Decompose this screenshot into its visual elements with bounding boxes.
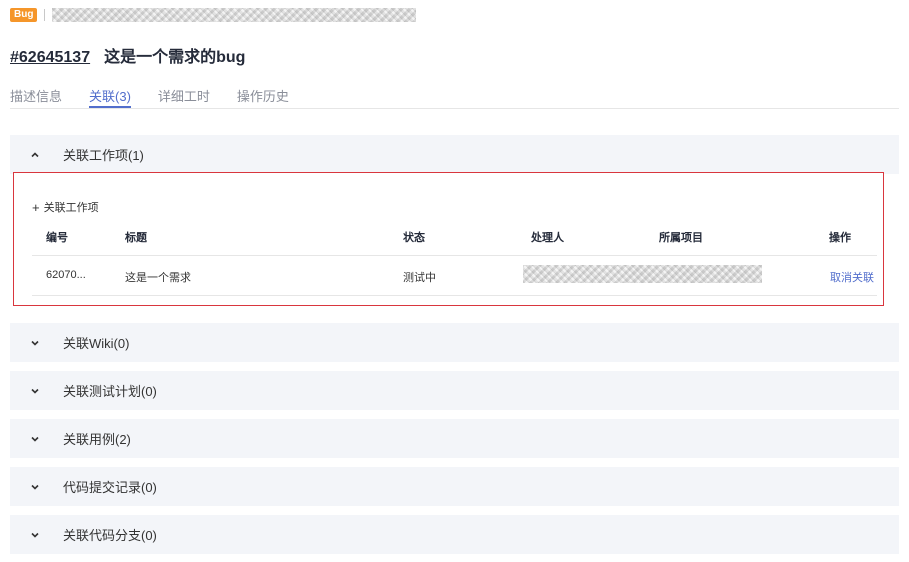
- row-id[interactable]: 62070...: [46, 269, 86, 281]
- tab-history[interactable]: 操作历史: [237, 86, 289, 108]
- breadcrumb: Bug: [10, 7, 417, 23]
- add-work-item-button[interactable]: + 关联工作项: [32, 199, 99, 215]
- section-test-plan-label: 关联测试计划(0): [63, 384, 157, 399]
- column-header-action: 操作: [829, 232, 851, 244]
- section-work-items-label: 关联工作项(1): [63, 148, 144, 163]
- column-header-status: 状态: [403, 232, 425, 244]
- table-row-divider: [32, 295, 877, 296]
- row-title[interactable]: 这是一个需求: [125, 269, 191, 285]
- column-header-title: 标题: [125, 232, 147, 244]
- tab-bar: 描述信息 关联(3) 详细工时 操作历史: [10, 86, 316, 108]
- tab-description[interactable]: 描述信息: [10, 86, 62, 108]
- plus-icon: +: [32, 199, 40, 215]
- section-commits-header[interactable]: 代码提交记录(0): [10, 467, 899, 506]
- section-branches-label: 关联代码分支(0): [63, 528, 157, 543]
- work-item-detail-page: Bug #62645137 这是一个需求的bug 描述信息 关联(3) 详细工时…: [0, 0, 909, 562]
- section-test-plan-header[interactable]: 关联测试计划(0): [10, 371, 899, 410]
- section-branches-header[interactable]: 关联代码分支(0): [10, 515, 899, 554]
- redacted-breadcrumb: [52, 8, 417, 22]
- work-items-panel: + 关联工作项 编号 标题 状态 处理人 所属项目 操作 62070... 这是…: [13, 172, 884, 306]
- tab-work-hours[interactable]: 详细工时: [158, 86, 210, 108]
- tab-relations[interactable]: 关联(3): [89, 86, 131, 108]
- section-work-items-header[interactable]: 关联工作项(1): [10, 135, 899, 174]
- column-header-assignee: 处理人: [531, 232, 564, 244]
- column-header-id: 编号: [46, 232, 68, 244]
- section-wiki-label: 关联Wiki(0): [63, 336, 130, 351]
- section-test-cases-label: 关联用例(2): [63, 432, 131, 447]
- type-badge: Bug: [10, 8, 38, 22]
- unlink-button[interactable]: 取消关联: [830, 269, 874, 285]
- redacted-assignee-project: [523, 265, 762, 283]
- row-status: 测试中: [403, 272, 436, 284]
- chevron-down-icon: [29, 433, 41, 445]
- section-wiki-header[interactable]: 关联Wiki(0): [10, 323, 899, 362]
- add-work-item-label: 关联工作项: [43, 202, 99, 214]
- section-test-cases-header[interactable]: 关联用例(2): [10, 419, 899, 458]
- column-header-project: 所属项目: [659, 232, 703, 244]
- issue-id-link[interactable]: #62645137: [10, 49, 90, 67]
- divider: [44, 9, 46, 21]
- page-title: #62645137 这是一个需求的bug: [10, 43, 245, 67]
- chevron-down-icon: [29, 385, 41, 397]
- chevron-down-icon: [29, 337, 41, 349]
- chevron-down-icon: [29, 529, 41, 541]
- chevron-down-icon: [29, 481, 41, 493]
- table-header-divider: [32, 255, 877, 256]
- tab-divider: [10, 108, 899, 109]
- section-commits-label: 代码提交记录(0): [63, 480, 157, 495]
- issue-title: 这是一个需求的bug: [104, 49, 246, 66]
- chevron-up-icon: [29, 149, 41, 161]
